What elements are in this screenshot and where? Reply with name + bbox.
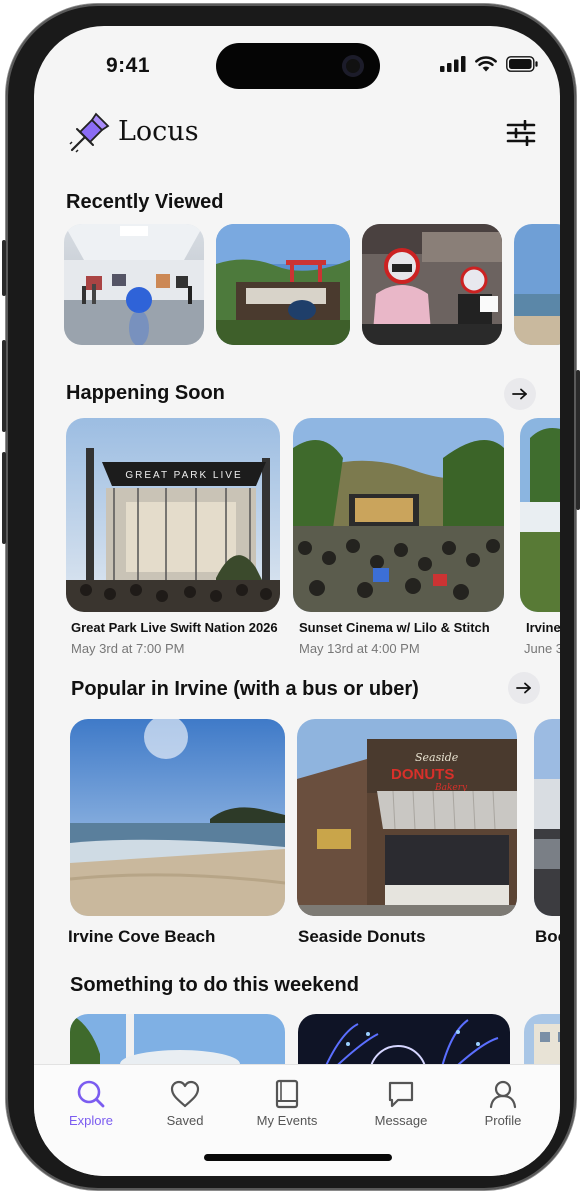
happening-soon-title: Happening Soon bbox=[66, 382, 225, 404]
event-date-sunset-cinema: May 13rd at 4:00 PM bbox=[299, 641, 420, 656]
event-title-sunset-cinema: Sunset Cinema w/ Lilo & Stitch bbox=[299, 620, 490, 635]
heart-icon bbox=[170, 1080, 200, 1108]
popular-arrow-button[interactable] bbox=[508, 672, 540, 704]
recent-thumb-gokart[interactable] bbox=[362, 224, 502, 345]
app-logo-text: Locus bbox=[118, 116, 199, 147]
sign-donuts-text: DONUTS bbox=[391, 766, 454, 783]
arrow-right-icon bbox=[512, 388, 527, 400]
screen: 9:41 Locus Recently Viewed Happening Soo… bbox=[34, 26, 560, 1176]
happening-soon-arrow-button[interactable] bbox=[504, 378, 536, 410]
action-button bbox=[2, 240, 6, 296]
place-image-seaside-donuts[interactable]: Seaside DONUTS Bakery bbox=[297, 719, 517, 916]
tab-message-label: Message bbox=[374, 1113, 428, 1128]
tab-saved-label: Saved bbox=[166, 1113, 204, 1128]
book-icon bbox=[275, 1079, 299, 1109]
home-indicator bbox=[204, 1154, 392, 1161]
stage-banner-text: GREAT PARK LIVE bbox=[125, 470, 242, 481]
dynamic-island bbox=[216, 43, 380, 89]
tab-profile[interactable]: Profile bbox=[458, 1079, 548, 1128]
tab-message[interactable]: Message bbox=[356, 1079, 446, 1128]
sign-seaside-text: Seaside bbox=[415, 751, 459, 764]
popular-title: Popular in Irvine (with a bus or uber) bbox=[71, 678, 419, 700]
tab-explore[interactable]: Explore bbox=[46, 1079, 136, 1128]
tab-explore-label: Explore bbox=[68, 1113, 114, 1128]
status-time: 9:41 bbox=[106, 54, 151, 77]
battery-icon bbox=[506, 56, 538, 72]
tab-saved[interactable]: Saved bbox=[140, 1079, 230, 1128]
user-icon bbox=[489, 1080, 517, 1109]
event-date-irvine: June 3 bbox=[524, 641, 560, 656]
event-image-great-park[interactable]: GREAT PARK LIVE bbox=[66, 418, 280, 612]
place-title-boo: Boo bbox=[535, 927, 560, 946]
recent-thumb-beach[interactable] bbox=[514, 224, 560, 345]
signal-icon bbox=[440, 56, 466, 72]
event-date-great-park: May 3rd at 7:00 PM bbox=[71, 641, 185, 656]
recently-viewed-title: Recently Viewed bbox=[66, 191, 224, 213]
volume-up-button bbox=[2, 340, 6, 432]
message-icon bbox=[388, 1081, 414, 1108]
place-image-boo[interactable] bbox=[534, 719, 560, 916]
place-title-irvine-cove-beach: Irvine Cove Beach bbox=[68, 927, 216, 946]
front-camera bbox=[342, 55, 364, 77]
event-title-irvine: Irvine bbox=[526, 620, 560, 635]
status-icons bbox=[440, 56, 538, 72]
wifi-icon bbox=[475, 56, 497, 72]
power-button bbox=[576, 370, 580, 510]
event-image-irvine[interactable] bbox=[520, 418, 560, 612]
arrow-right-icon bbox=[516, 682, 531, 694]
recent-thumb-gallery[interactable] bbox=[64, 224, 204, 345]
search-icon bbox=[77, 1080, 105, 1108]
event-image-sunset-cinema[interactable] bbox=[293, 418, 504, 612]
phone-frame: 9:41 Locus Recently Viewed Happening Soo… bbox=[2, 4, 580, 1190]
event-title-great-park: Great Park Live Swift Nation 2026 bbox=[71, 620, 278, 635]
tab-profile-label: Profile bbox=[484, 1113, 522, 1128]
tab-my-events[interactable]: My Events bbox=[242, 1079, 332, 1128]
weekend-title: Something to do this weekend bbox=[70, 974, 359, 996]
place-title-seaside-donuts: Seaside Donuts bbox=[298, 927, 426, 946]
recent-thumb-park[interactable] bbox=[216, 224, 350, 345]
app-header: Locus bbox=[66, 108, 536, 158]
volume-down-button bbox=[2, 452, 6, 544]
pushpin-logo-icon bbox=[69, 112, 110, 153]
filter-sliders-icon[interactable] bbox=[506, 120, 536, 146]
place-image-irvine-cove-beach[interactable] bbox=[70, 719, 285, 916]
tab-my-events-label: My Events bbox=[256, 1113, 318, 1128]
